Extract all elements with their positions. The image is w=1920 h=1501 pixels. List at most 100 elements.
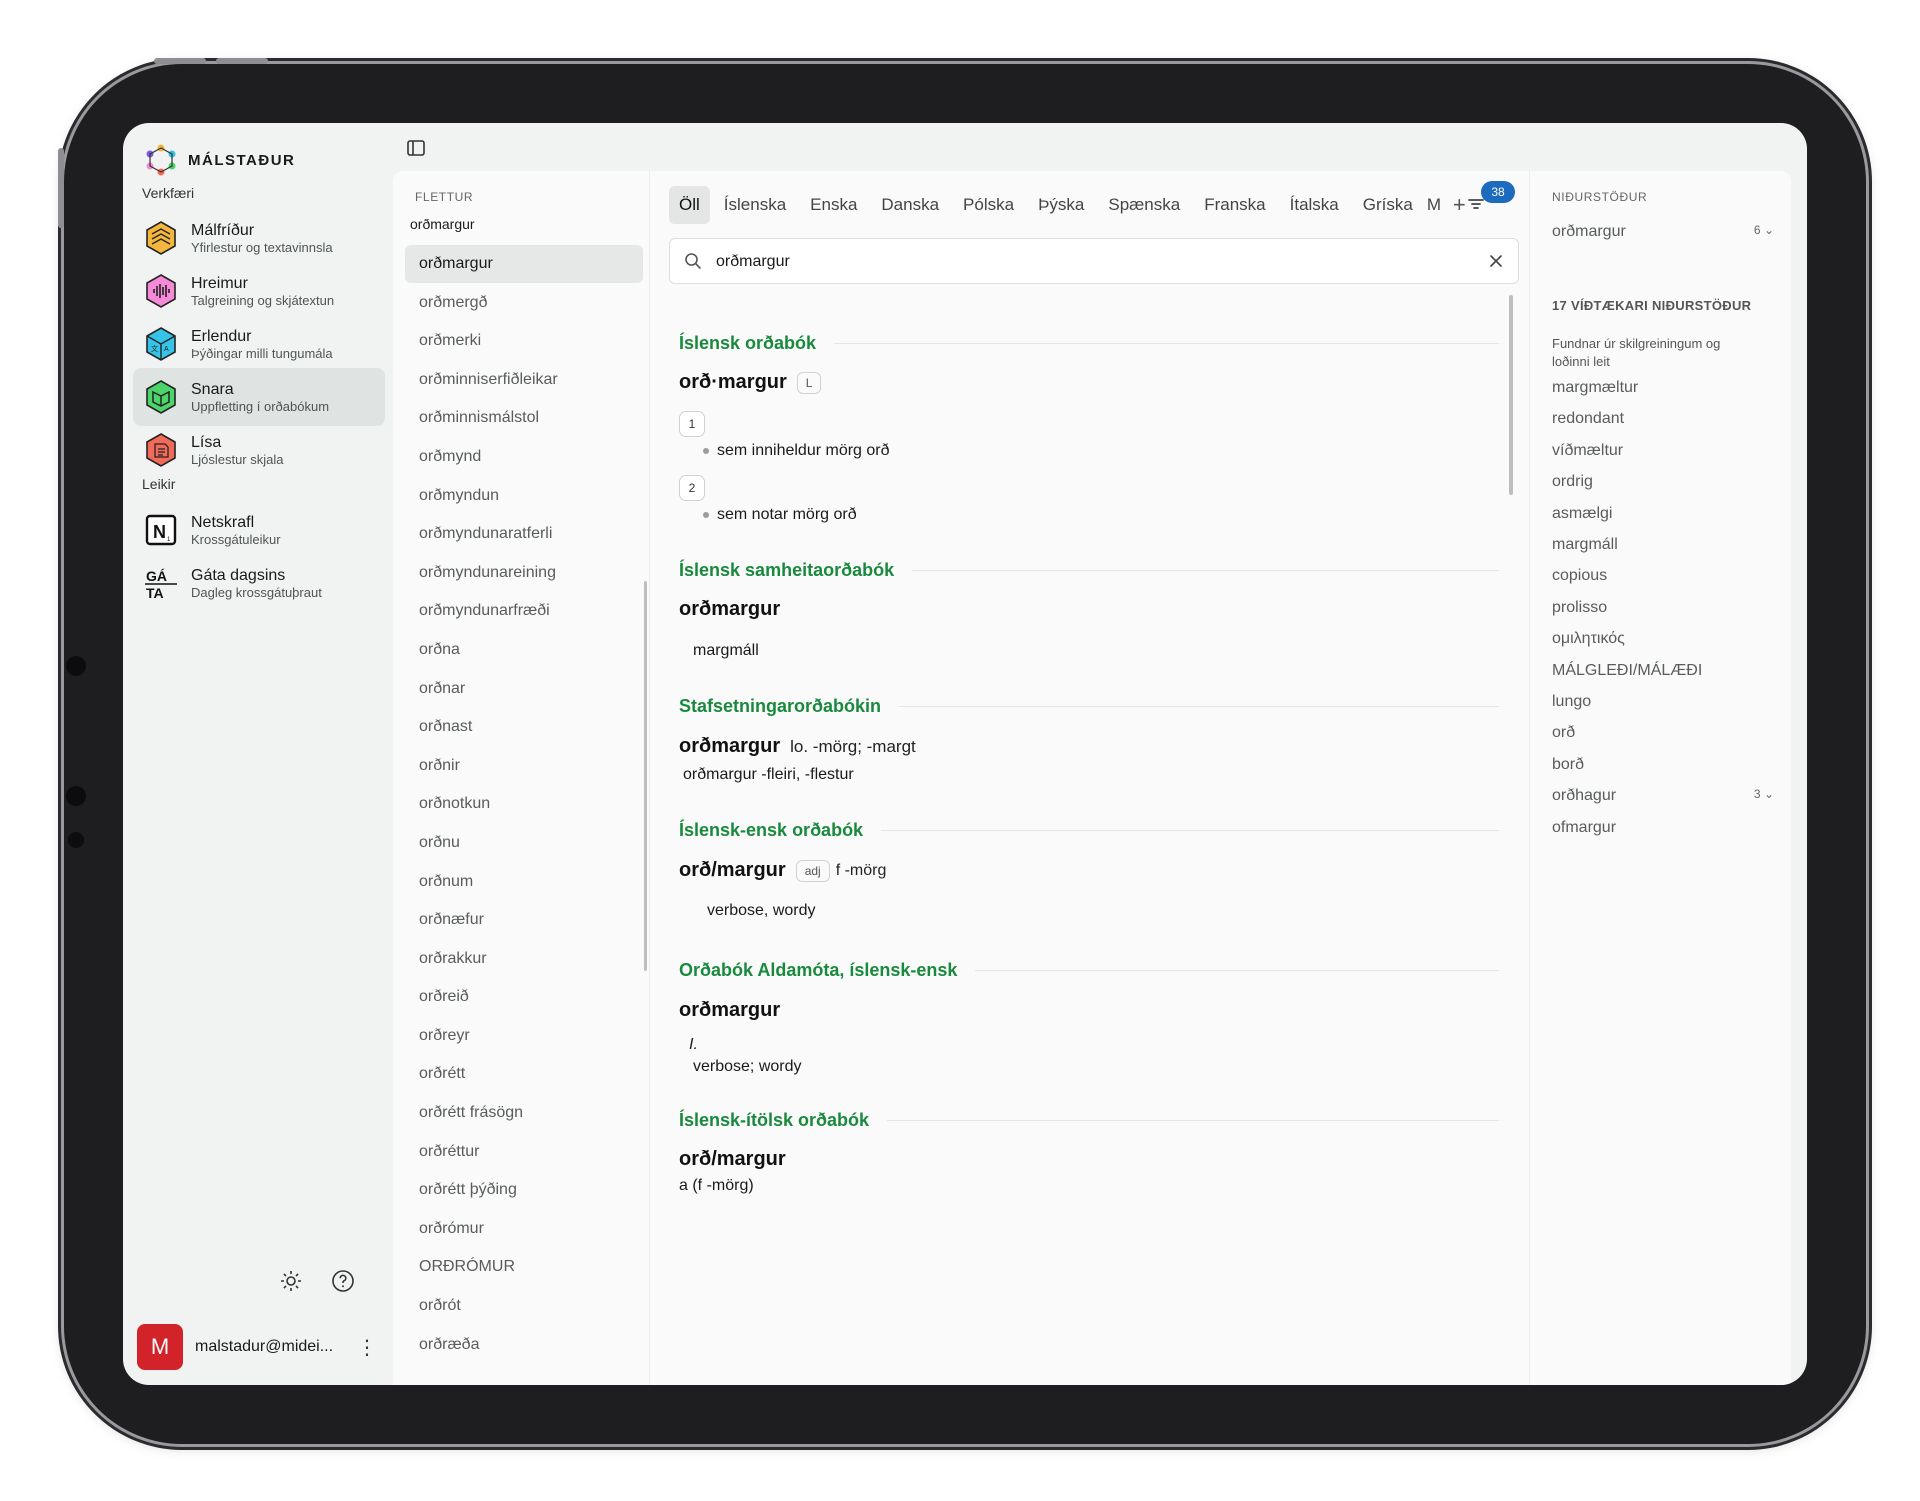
word-list-item[interactable]: orðræða	[405, 1326, 643, 1364]
game-netskrafl[interactable]: N1 Netskrafl Krossgátuleikur	[133, 501, 385, 559]
games-heading: Leikir	[142, 476, 176, 492]
word-list-item[interactable]: orðrétt	[405, 1055, 643, 1093]
section-title-text: Stafsetningarorðabókin	[679, 696, 882, 716]
word-list-item[interactable]: orðrétt frásögn	[405, 1094, 643, 1132]
add-tab-button[interactable]: +	[1453, 186, 1466, 224]
word-list-item[interactable]: orðmergð	[405, 284, 643, 322]
word-list-item[interactable]: orðnar	[405, 670, 643, 708]
word-list-item[interactable]: ORÐRÓMUR	[405, 1248, 643, 1286]
tool-malfridur[interactable]: Málfríður Yfirlestur og textavinnsla	[133, 209, 385, 267]
tab-overflow[interactable]: M	[1427, 195, 1441, 215]
broader-results-description: Fundnar úr skilgreiningum og loðinni lei…	[1552, 336, 1721, 369]
word-list-item[interactable]: orðminnismálstol	[405, 399, 643, 437]
word-list-item[interactable]: orðrómur	[405, 1210, 643, 1248]
word-list-item[interactable]: orðrakkur	[405, 940, 643, 978]
avatar: M	[137, 1324, 183, 1370]
theme-sun-icon[interactable]	[279, 1269, 303, 1293]
tool-lisa[interactable]: Lísa Ljóslestur skjala	[133, 421, 385, 479]
word-list-item[interactable]: orðnæfur	[405, 901, 643, 939]
word-list-item[interactable]: orðna	[405, 631, 643, 669]
headword-text: orð/margur	[679, 1148, 786, 1170]
result-word: orðhagur	[1552, 787, 1617, 805]
game-subtitle: Krossgátuleikur	[191, 531, 281, 547]
result-item[interactable]: asmælgi	[1552, 505, 1774, 523]
results-scrollbar[interactable]	[1509, 295, 1513, 495]
word-list-item[interactable]: orðnotkun	[405, 785, 643, 823]
result-item[interactable]: borð	[1552, 756, 1774, 774]
volume-button	[216, 58, 268, 64]
word-list-item[interactable]: orðnir	[405, 747, 643, 785]
tab-language[interactable]: Franska	[1194, 186, 1275, 224]
game-subtitle: Dagleg krossgátuþraut	[191, 584, 322, 600]
tab-language[interactable]: Gríska	[1353, 186, 1423, 224]
result-item[interactable]: prolisso	[1552, 599, 1774, 617]
more-options-icon[interactable]: ⋮	[357, 1335, 377, 1360]
result-item[interactable]: copious	[1552, 567, 1774, 585]
result-item[interactable]: orðhagur 3 ⌄	[1552, 787, 1774, 805]
tab-language[interactable]: Þýska	[1028, 186, 1094, 224]
word-list-item[interactable]: orðnast	[405, 708, 643, 746]
word-list-item[interactable]: orðmyndun	[405, 477, 643, 515]
help-icon[interactable]	[331, 1269, 355, 1293]
headword: orð/margur	[679, 1148, 786, 1171]
tool-name: Málfríður	[191, 221, 255, 239]
search-input[interactable]	[714, 247, 1458, 277]
word-list-item[interactable]: orðmyndunaratferli	[405, 515, 643, 553]
tablet-frame: MÁLSTAÐUR Verkfæri Málfríður Yfirlestur o…	[58, 58, 1866, 1444]
close-icon[interactable]	[1488, 253, 1504, 269]
result-item[interactable]: redondant	[1552, 410, 1774, 428]
waveform-icon	[146, 274, 176, 308]
results-summary-panel: NIÐURSTÖÐUR orðmargur 6 ⌄ 17 VÍÐTÆKARI NI…	[1529, 171, 1792, 1385]
tab-language[interactable]: Pólska	[953, 186, 1024, 224]
app-logo[interactable]: MÁLSTAÐUR	[144, 143, 295, 177]
word-list-item[interactable]: orðrétt þýðing	[405, 1171, 643, 1209]
tool-snara[interactable]: Snara Uppfletting í orðabókum	[133, 368, 385, 426]
result-item[interactable]: orð	[1552, 724, 1774, 742]
result-item[interactable]: margmæltur	[1552, 379, 1774, 397]
word-list-item[interactable]: orðnu	[405, 824, 643, 862]
tool-erlendur[interactable]: 文A Erlendur Þýðingar milli tungumála	[133, 315, 385, 373]
tool-subtitle: Yfirlestur og textavinnsla	[191, 239, 333, 255]
game-gata-dagsins[interactable]: GÁ TA Gáta dagsins Dagleg krossgátuþraut	[133, 554, 385, 612]
section-title: Stafsetningarorðabókin	[679, 696, 1499, 717]
word-list-item[interactable]: orðreyr	[405, 1017, 643, 1055]
svg-text:A: A	[164, 346, 169, 353]
word-list-item[interactable]: orðreið	[405, 978, 643, 1016]
word-list-query: orðmargur	[410, 216, 475, 232]
word-list-item[interactable]: orðminniserfiðleikar	[405, 361, 643, 399]
word-list-item[interactable]: orðréttur	[405, 1133, 643, 1171]
tab-language[interactable]: Ítalska	[1280, 186, 1349, 224]
result-item[interactable]: ofmargur	[1552, 819, 1774, 837]
word-list-item[interactable]: orðmyndunareining	[405, 554, 643, 592]
result-item[interactable]: víðmæltur	[1552, 442, 1774, 460]
result-item[interactable]: ordrig	[1552, 473, 1774, 491]
result-item[interactable]: MÁLGLEÐI/MÁLÆÐI	[1552, 662, 1774, 680]
word-list-label: FLETTUR	[415, 190, 474, 204]
tab-language[interactable]: Spænska	[1098, 186, 1190, 224]
svg-text:N: N	[153, 522, 166, 542]
word-list-item[interactable]: orðmargur	[405, 245, 643, 283]
word-list-item[interactable]: orðmynd	[405, 438, 643, 476]
user-menu[interactable]: M malstadur@midei... ⋮	[137, 1323, 377, 1371]
search-icon	[685, 253, 701, 269]
section-title: Íslensk-ítölsk orðabók	[679, 1110, 1499, 1131]
tab-language[interactable]: Danska	[871, 186, 949, 224]
word-list-item[interactable]: orðmyndunarfræði	[405, 592, 643, 630]
tab-language[interactable]: Öll	[669, 186, 710, 224]
result-item[interactable]: orðmargur 6 ⌄	[1552, 223, 1774, 241]
word-list-item[interactable]: orðrót	[405, 1287, 643, 1325]
word-list-item[interactable]: orðmerki	[405, 322, 643, 360]
result-item[interactable]: lungo	[1552, 693, 1774, 711]
word-list-item[interactable]: orðnum	[405, 863, 643, 901]
tool-subtitle: Ljóslestur skjala	[191, 451, 284, 467]
sidebar: MÁLSTAÐUR Verkfæri Málfríður Yfirlestur o…	[123, 123, 385, 1385]
result-item[interactable]: margmáll	[1552, 536, 1774, 554]
word-list-scrollbar[interactable]	[644, 581, 647, 971]
tab-language[interactable]: Enska	[800, 186, 867, 224]
tool-name: Erlendur	[191, 327, 252, 345]
translation-text: a (f -mörg)	[679, 1177, 754, 1194]
result-item[interactable]: ομιλητικός	[1552, 630, 1774, 648]
tab-language[interactable]: Íslenska	[714, 186, 796, 224]
sidebar-toggle-icon[interactable]	[406, 138, 426, 158]
tool-hreimur[interactable]: Hreimur Talgreining og skjátextun	[133, 262, 385, 320]
